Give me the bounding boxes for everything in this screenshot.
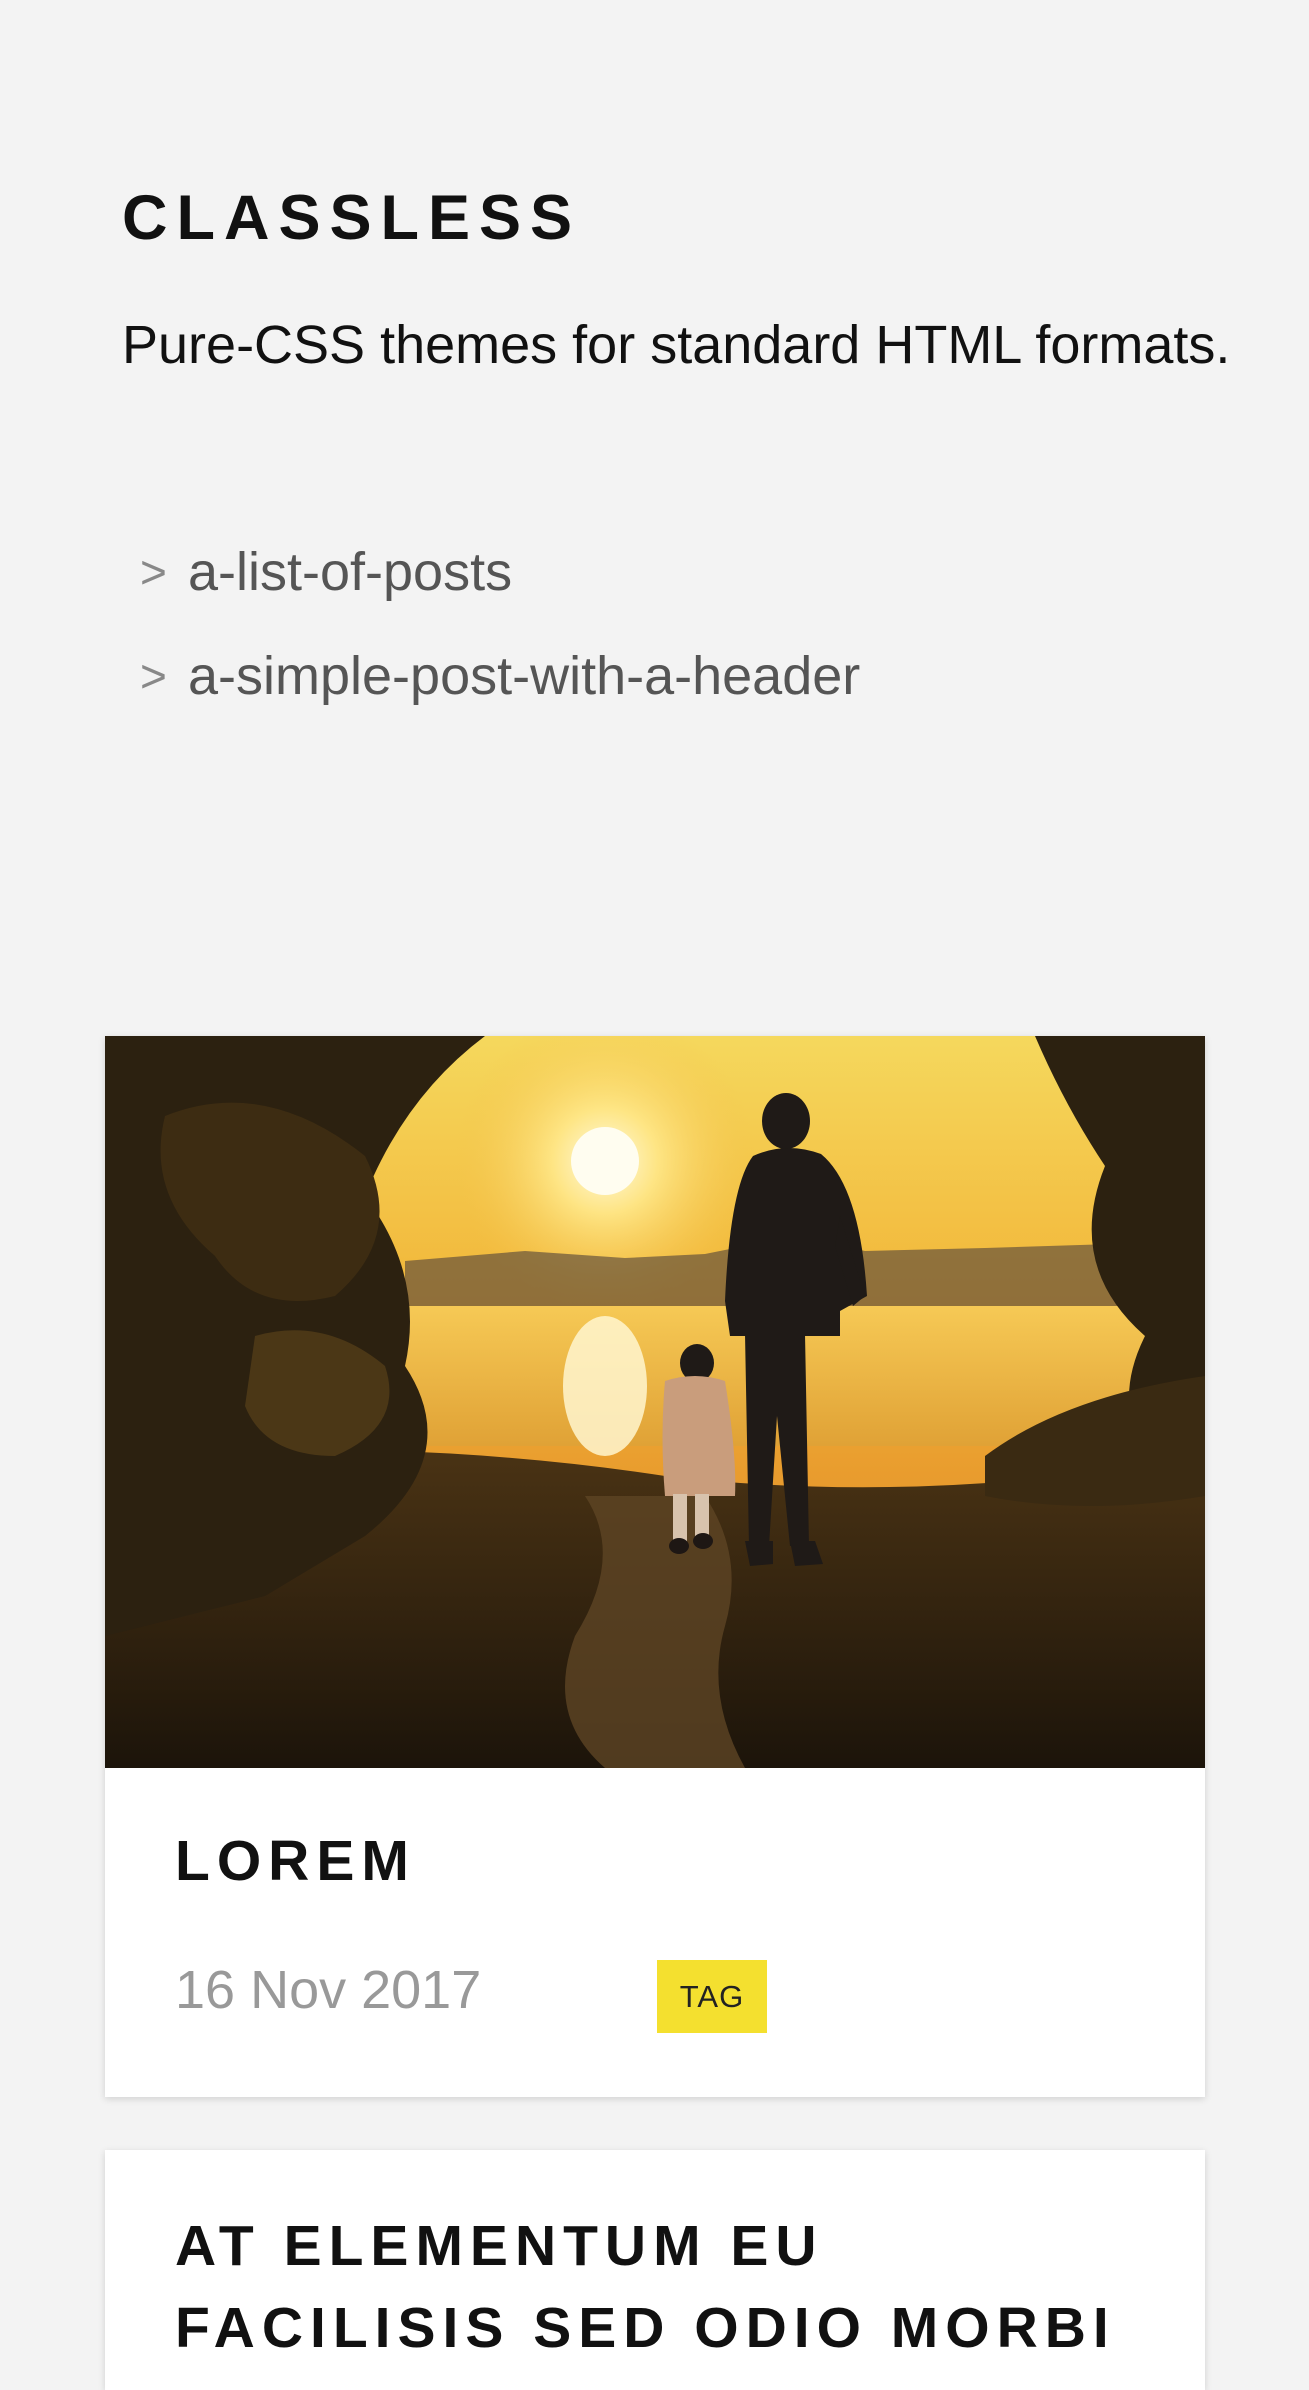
post-body: AT ELEMENTUM EU FACILISIS SED ODIO MORBI bbox=[105, 2150, 1205, 2369]
chevron-right-icon: > bbox=[140, 546, 167, 598]
sunset-photo-icon[interactable] bbox=[105, 1036, 1205, 1768]
site-tagline: Pure-CSS themes for standard HTML format… bbox=[122, 315, 1231, 375]
chevron-right-icon: > bbox=[140, 650, 167, 702]
nav-link-a-simple-post-with-a-header[interactable]: a-simple-post-with-a-header bbox=[188, 645, 860, 707]
post-body: LOREM 16 Nov 2017 TAG bbox=[105, 1768, 1205, 2070]
nav-item-a-list-of-posts: > a-list-of-posts bbox=[140, 520, 860, 624]
post-card-lorem: LOREM 16 Nov 2017 TAG bbox=[105, 1036, 1205, 2097]
post-card-at-elementum: AT ELEMENTUM EU FACILISIS SED ODIO MORBI bbox=[105, 2150, 1205, 2390]
post-tag[interactable]: TAG bbox=[657, 1960, 767, 2033]
post-nav-list: > a-list-of-posts > a-simple-post-with-a… bbox=[140, 520, 860, 728]
post-meta: 16 Nov 2017 TAG bbox=[175, 1950, 1135, 2070]
post-date: 16 Nov 2017 bbox=[175, 1960, 482, 2020]
post-image-illustration bbox=[105, 1036, 1205, 1768]
post-title-line-2: FACILISIS SED ODIO MORBI bbox=[175, 2296, 1116, 2360]
post-title-line-1: AT ELEMENTUM EU bbox=[175, 2214, 824, 2278]
post-title[interactable]: AT ELEMENTUM EU FACILISIS SED ODIO MORBI bbox=[175, 2150, 1135, 2369]
nav-item-a-simple-post-with-a-header: > a-simple-post-with-a-header bbox=[140, 624, 860, 728]
nav-link-a-list-of-posts[interactable]: a-list-of-posts bbox=[188, 541, 512, 603]
site-title: CLASSLESS bbox=[122, 183, 582, 253]
post-title[interactable]: LOREM bbox=[175, 1768, 1135, 1902]
site-header: CLASSLESS Pure-CSS themes for standard H… bbox=[122, 180, 1302, 377]
